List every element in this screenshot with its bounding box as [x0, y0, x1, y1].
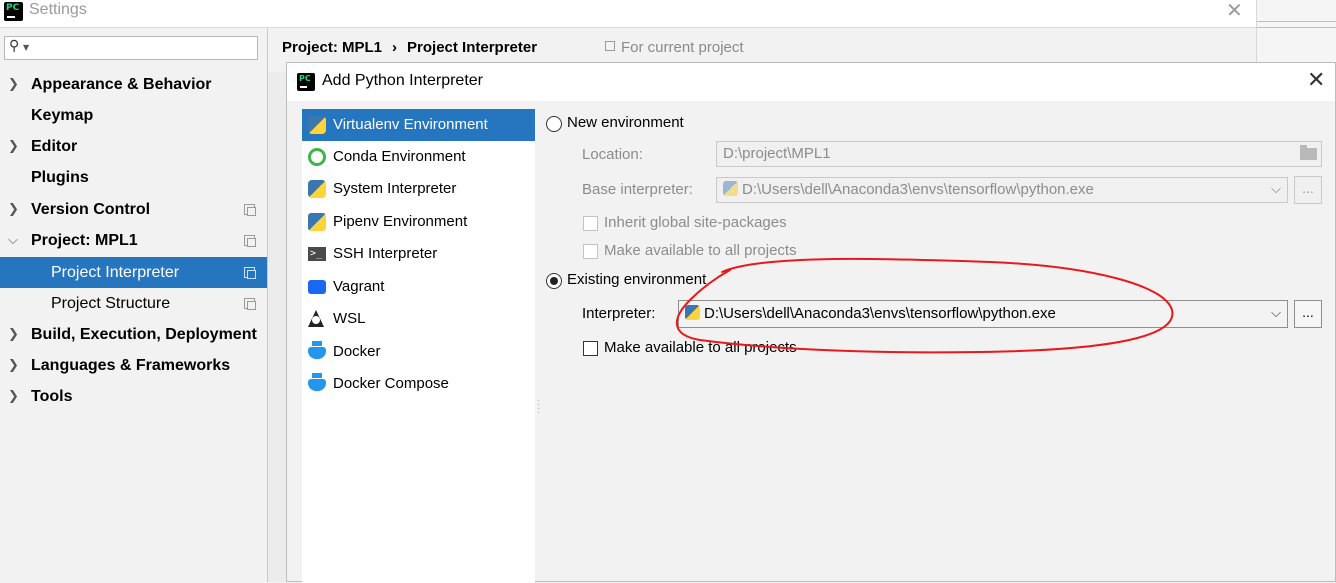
new-env-make-available-checkbox[interactable]	[583, 244, 598, 259]
breadcrumb-project[interactable]: Project: MPL1	[282, 39, 382, 56]
terminal-icon: >_	[308, 247, 326, 261]
docker-icon	[308, 341, 326, 359]
chevron-right-icon: ❯	[8, 358, 19, 373]
sidebar-item-languages-frameworks[interactable]: ❯ Languages & Frameworks	[0, 350, 267, 381]
settings-title-bar: PC Settings ✕	[0, 0, 1256, 28]
dialog-title: Add Python Interpreter	[322, 72, 483, 89]
env-item-vagrant[interactable]: Vagrant	[302, 271, 535, 303]
settings-close-icon[interactable]: ✕	[1226, 0, 1243, 22]
chevron-right-icon: ❯	[8, 389, 19, 404]
sidebar-item-project-mpl1[interactable]: ⌵ Project: MPL1	[0, 225, 267, 256]
interpreter-label: Interpreter:	[582, 305, 656, 322]
sidebar-item-label: Plugins	[31, 169, 89, 186]
env-item-system[interactable]: System Interpreter	[302, 173, 535, 205]
env-item-wsl[interactable]: WSL	[302, 303, 535, 335]
sidebar-item-version-control[interactable]: ❯ Version Control	[0, 194, 267, 225]
pipenv-icon	[308, 213, 326, 231]
chevron-down-icon: ⌵	[1271, 182, 1281, 197]
python-icon	[308, 116, 326, 134]
sidebar-item-label: Keymap	[31, 107, 94, 124]
existing-environment-radio[interactable]	[546, 273, 562, 289]
sidebar-item-editor[interactable]: ❯ Editor	[0, 131, 267, 162]
chevron-right-icon: ❯	[8, 327, 19, 342]
python-icon	[685, 305, 700, 320]
existing-env-make-available-checkbox[interactable]	[583, 341, 598, 356]
base-interpreter-browse-button[interactable]: ...	[1294, 176, 1322, 204]
interpreter-browse-button[interactable]: ...	[1294, 300, 1322, 328]
chevron-right-icon: ❯	[8, 202, 19, 217]
sidebar-item-label: Project Interpreter	[51, 264, 180, 281]
new-environment-radio[interactable]	[546, 116, 562, 132]
sidebar-item-label: Languages & Frameworks	[31, 357, 231, 374]
settings-content-edge	[268, 72, 287, 582]
folder-icon[interactable]	[1300, 145, 1317, 160]
existing-environment-label: Existing environment	[567, 271, 707, 288]
sidebar-item-label: Project: MPL1	[31, 232, 138, 249]
sidebar-item-label: Editor	[31, 138, 78, 155]
env-item-docker-compose[interactable]: Docker Compose	[302, 368, 535, 400]
chevron-down-icon: ⌵	[8, 233, 18, 248]
inherit-site-packages-label: Inherit global site-packages	[604, 214, 787, 231]
search-icon: ⚲	[9, 38, 20, 54]
location-label: Location:	[582, 146, 643, 163]
sidebar-item-tools[interactable]: ❯ Tools	[0, 381, 267, 412]
settings-window-title: Settings	[29, 1, 87, 18]
pycharm-app-icon: PC	[4, 2, 23, 21]
location-field[interactable]: D:\project\MPL1	[716, 141, 1322, 167]
sidebar-item-label: Project Structure	[51, 295, 171, 312]
sidebar-item-label: Appearance & Behavior	[31, 76, 212, 93]
chevron-right-icon: ❯	[8, 139, 19, 154]
python-icon	[308, 180, 326, 198]
env-item-ssh[interactable]: >_ SSH Interpreter	[302, 238, 535, 270]
chevron-down-icon: ⌵	[1271, 306, 1281, 321]
interpreter-select[interactable]: D:\Users\dell\Anaconda3\envs\tensorflow\…	[678, 300, 1288, 328]
sidebar-item-build-execution-deployment[interactable]: ❯ Build, Execution, Deployment	[0, 319, 267, 350]
sidebar-item-label: Version Control	[31, 201, 151, 218]
dialog-title-bar: PC Add Python Interpreter ✕	[287, 63, 1335, 101]
base-interpreter-label: Base interpreter:	[582, 181, 693, 198]
breadcrumb-separator: ›	[392, 39, 398, 56]
env-item-pipenv[interactable]: Pipenv Environment	[302, 206, 535, 238]
new-env-make-available-label: Make available to all projects	[604, 242, 797, 259]
dialog-close-icon[interactable]: ✕	[1307, 68, 1325, 93]
project-scope-icon	[244, 298, 256, 310]
vagrant-icon	[308, 280, 326, 294]
sidebar-item-project-interpreter[interactable]: Project Interpreter	[0, 257, 267, 288]
base-interpreter-select[interactable]: D:\Users\dell\Anaconda3\envs\tensorflow\…	[716, 177, 1288, 203]
sidebar-item-label: Build, Execution, Deployment	[31, 326, 257, 343]
env-item-conda[interactable]: Conda Environment	[302, 141, 535, 173]
python-icon	[723, 181, 738, 196]
sidebar-item-project-structure[interactable]: Project Structure	[0, 288, 267, 319]
sidebar-item-label: Tools	[31, 388, 73, 405]
project-scope-icon	[244, 235, 256, 247]
settings-search-box[interactable]: ⚲ ▼	[4, 36, 258, 60]
sidebar-item-plugins[interactable]: Plugins	[0, 162, 267, 193]
conda-icon	[308, 148, 326, 166]
breadcrumb: Project: MPL1 › Project Interpreter	[282, 39, 537, 56]
settings-search-input[interactable]	[35, 39, 250, 57]
project-scope-icon	[244, 267, 256, 279]
pycharm-app-icon: PC	[297, 73, 315, 91]
sidebar-item-appearance-behavior[interactable]: ❯ Appearance & Behavior	[0, 69, 267, 100]
linux-penguin-icon	[308, 310, 324, 327]
chevron-right-icon: ❯	[8, 77, 19, 92]
new-environment-label: New environment	[567, 114, 684, 131]
environment-type-list: Virtualenv Environment Conda Environment…	[302, 109, 535, 583]
scope-note: For current project	[605, 39, 744, 56]
env-item-docker[interactable]: Docker	[302, 336, 535, 368]
sidebar-item-keymap[interactable]: Keymap	[0, 100, 267, 131]
breadcrumb-page: Project Interpreter	[407, 39, 538, 56]
settings-sidebar: ⚲ ▼ ❯ Appearance & Behavior Keymap ❯ Edi…	[0, 28, 268, 582]
env-item-virtualenv[interactable]: Virtualenv Environment	[302, 109, 535, 141]
docker-compose-icon	[308, 373, 326, 391]
chevron-down-icon: ▼	[23, 43, 30, 52]
project-scope-icon	[244, 204, 256, 216]
existing-env-make-available-label: Make available to all projects	[604, 339, 797, 356]
add-python-interpreter-dialog: PC Add Python Interpreter ✕ Virtualenv E…	[286, 62, 1336, 583]
inherit-site-packages-checkbox[interactable]	[583, 216, 598, 231]
project-scope-icon	[605, 41, 615, 51]
splitter-handle[interactable]: · · · ·	[537, 396, 540, 418]
